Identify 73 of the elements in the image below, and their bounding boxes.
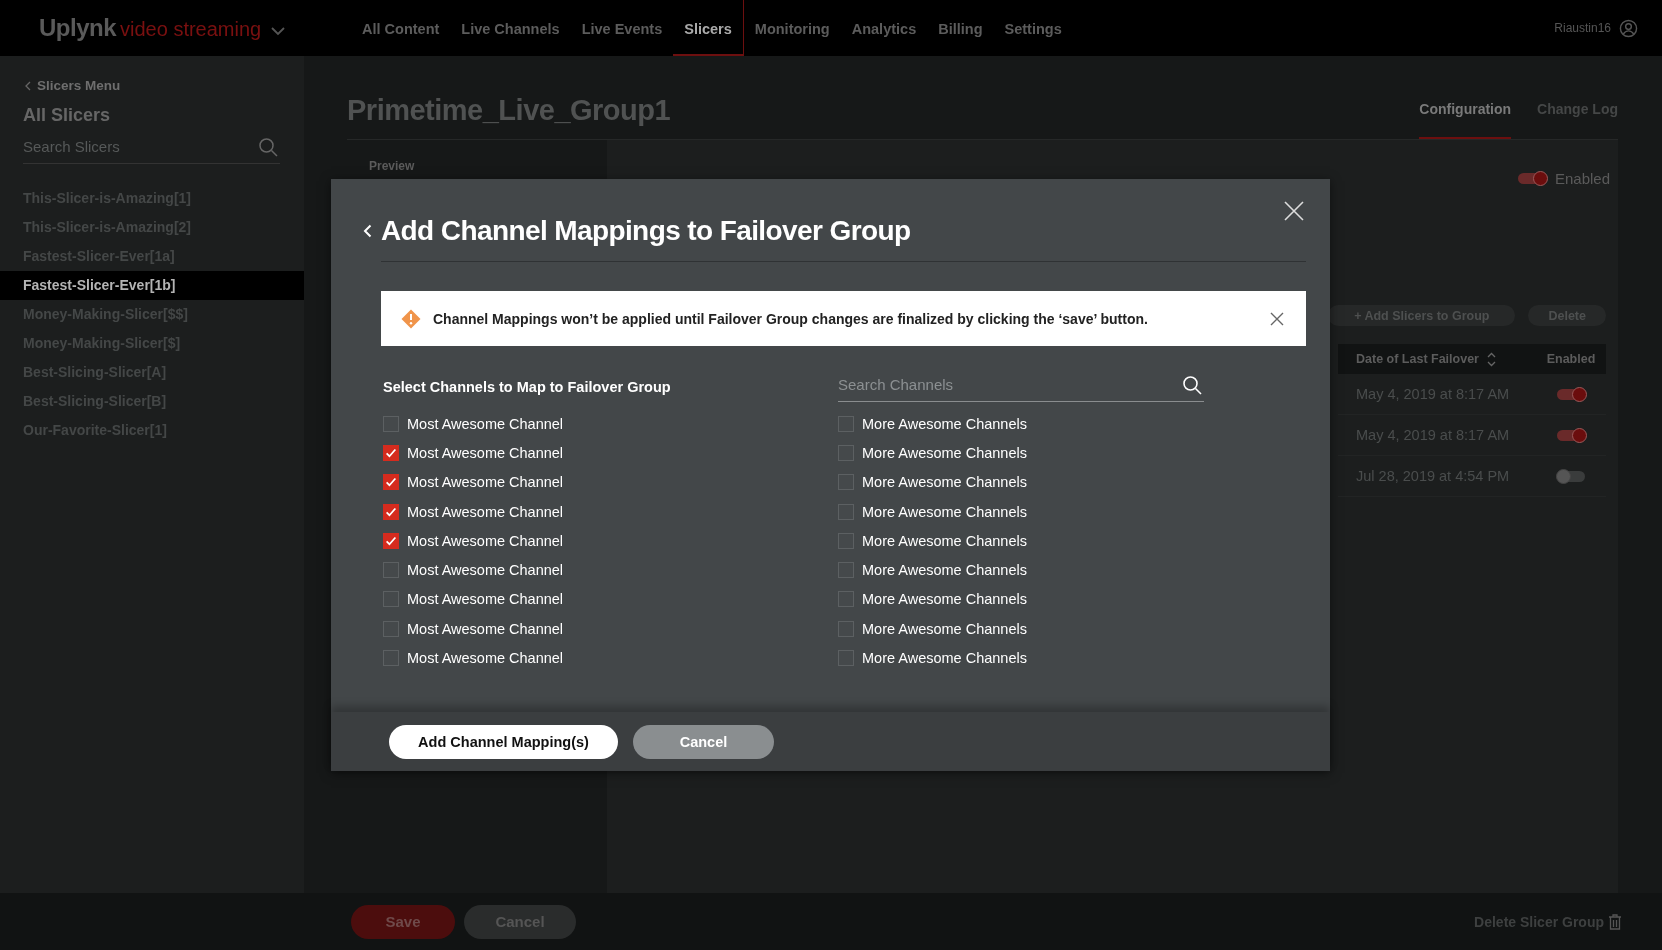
username[interactable]: Riaustin16: [1554, 21, 1611, 35]
checkbox[interactable]: [383, 444, 399, 461]
alert-text: Channel Mappings won’t be applied until Failover Group changes are finalized by clicking the ‘save’ button.: [433, 310, 1149, 327]
cancel-button[interactable]: Cancel: [633, 724, 774, 759]
checkbox[interactable]: [383, 415, 399, 432]
preview-label: Preview: [369, 159, 415, 173]
checkbox[interactable]: [838, 474, 854, 491]
channel-label: Most Awesome Channel: [407, 620, 564, 637]
channel-label: Most Awesome Channel: [407, 650, 564, 666]
chevron-down-icon[interactable]: [271, 27, 286, 36]
checkbox[interactable]: [838, 650, 854, 666]
checkbox[interactable]: [383, 650, 399, 666]
channel-label: More Awesome Channels: [862, 532, 1027, 549]
nav-link[interactable]: Settings: [993, 0, 1073, 56]
checkbox[interactable]: [383, 503, 399, 520]
product-name: video streaming: [120, 18, 262, 41]
checkbox[interactable]: [383, 532, 399, 549]
page-title: Primetime_Live_Group1: [347, 94, 671, 127]
channel-label: More Awesome Channels: [862, 620, 1027, 637]
channel-label: More Awesome Channels: [862, 444, 1027, 461]
user-icon[interactable]: [1619, 18, 1638, 38]
list-label: Select Channels to Map to Failover Group: [383, 379, 671, 395]
trash-icon[interactable]: [1608, 913, 1622, 930]
channel-label: More Awesome Channels: [862, 474, 1027, 491]
column-header[interactable]: Date of Last Failover: [1356, 352, 1479, 366]
toggle-switch[interactable]: [1517, 173, 1546, 184]
warning-icon: [401, 308, 421, 329]
checkbox[interactable]: [838, 562, 854, 579]
nav-link[interactable]: All Content: [351, 0, 451, 56]
logo: Uplynk: [39, 14, 116, 42]
nav-link[interactable]: Live Channels: [450, 0, 571, 56]
channel-label: Most Awesome Channel: [407, 444, 564, 461]
nav-link[interactable]: Live Events: [570, 0, 674, 56]
channel-label: More Awesome Channels: [862, 562, 1027, 579]
back-link[interactable]: Slicers Menu: [37, 78, 121, 93]
search-field[interactable]: Search Slicers: [23, 134, 280, 164]
nav-link[interactable]: Monitoring: [743, 0, 841, 56]
channel-label: Most Awesome Channel: [407, 532, 564, 549]
add-mapping-button[interactable]: Add Channel Mapping(s): [389, 724, 618, 759]
toggle-label: Enabled: [1554, 170, 1610, 187]
checkbox[interactable]: [838, 415, 854, 432]
column-header: Enabled: [1546, 352, 1596, 366]
channel-label: Most Awesome Channel: [407, 415, 564, 432]
checkbox[interactable]: [838, 503, 854, 520]
save-button[interactable]: Save: [351, 904, 455, 939]
checkbox[interactable]: [838, 532, 854, 549]
checkbox[interactable]: [838, 620, 854, 637]
channel-label: Most Awesome Channel: [407, 591, 564, 608]
sidebar-title: All Slicers: [22, 105, 112, 126]
checkbox[interactable]: [383, 591, 399, 608]
checkbox[interactable]: [383, 474, 399, 491]
checkbox[interactable]: [383, 620, 399, 637]
toggle-switch[interactable]: [1557, 429, 1585, 441]
checkbox[interactable]: [383, 562, 399, 579]
channel-label: Most Awesome Channel: [407, 474, 564, 491]
sidebar-item[interactable]: Fastest-Slicer-Ever[1b]: [0, 271, 304, 300]
toggle-switch[interactable]: [1557, 388, 1585, 400]
nav-link[interactable]: Analytics: [840, 0, 928, 56]
checkbox[interactable]: [838, 444, 854, 461]
channel-label: Most Awesome Channel: [407, 503, 564, 520]
channel-label: More Awesome Channels: [862, 415, 1027, 432]
sort-icon[interactable]: [1486, 351, 1496, 367]
channel-label: More Awesome Channels: [862, 650, 1027, 666]
close-icon[interactable]: [1270, 311, 1284, 326]
checkbox[interactable]: [838, 591, 854, 608]
modal-title: Add Channel Mappings to Failover Group: [381, 215, 911, 247]
channel-label: More Awesome Channels: [862, 503, 1027, 520]
nav-link[interactable]: Billing: [927, 0, 994, 56]
search-icon[interactable]: [1182, 375, 1202, 395]
channel-label: More Awesome Channels: [862, 591, 1027, 608]
toggle-switch[interactable]: [1557, 470, 1585, 482]
channel-label: Most Awesome Channel: [407, 562, 564, 579]
search-field[interactable]: Search Channels: [838, 372, 1204, 402]
